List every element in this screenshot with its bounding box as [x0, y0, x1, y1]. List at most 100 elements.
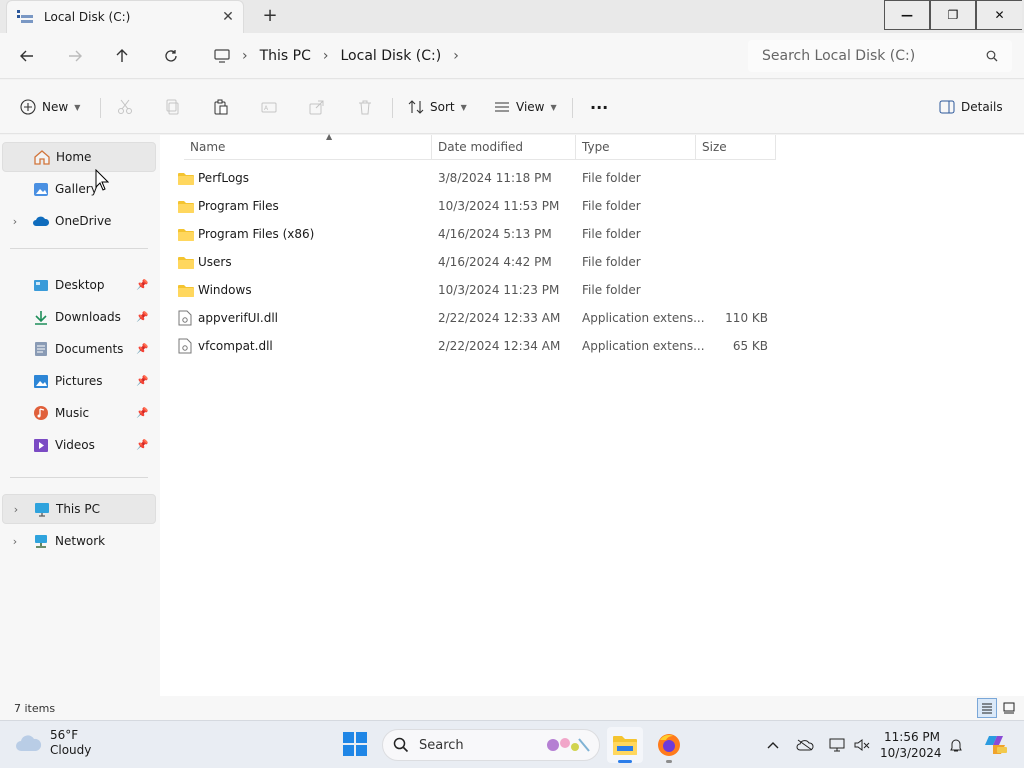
- table-row[interactable]: Program Files (x86) 4/16/2024 5:13 PM Fi…: [170, 220, 776, 248]
- speaker-muted-icon: [854, 739, 870, 751]
- volume-tray-icon[interactable]: [852, 735, 872, 755]
- sidebar-item-label: Videos: [55, 438, 95, 452]
- column-header-size[interactable]: Size: [696, 135, 776, 160]
- pin-icon[interactable]: 📌: [136, 440, 156, 451]
- weather-temp: 56°F: [50, 728, 79, 742]
- sidebar-item-onedrive[interactable]: › OneDrive: [2, 206, 156, 236]
- sidebar-item-label: Downloads: [55, 310, 121, 324]
- pin-icon[interactable]: 📌: [136, 280, 156, 291]
- start-button[interactable]: [342, 731, 370, 759]
- svg-text:A: A: [264, 105, 269, 112]
- sidebar-item-home[interactable]: Home: [2, 142, 156, 172]
- sort-button[interactable]: Sort ▼: [408, 94, 467, 120]
- file-name: Program Files: [198, 199, 279, 213]
- tiles-view-button[interactable]: [999, 698, 1019, 718]
- column-header-type[interactable]: Type: [576, 135, 696, 160]
- pin-icon[interactable]: 📌: [136, 344, 156, 355]
- column-label: Name: [190, 140, 226, 154]
- sort-icon: [408, 100, 424, 114]
- pin-icon[interactable]: 📌: [136, 408, 156, 419]
- up-button[interactable]: [108, 43, 136, 69]
- breadcrumb-local-disk[interactable]: Local Disk (C:): [341, 48, 442, 64]
- desktop-icon: [32, 277, 50, 293]
- sidebar-item-this-pc[interactable]: › This PC: [2, 494, 156, 524]
- show-hidden-icons-button[interactable]: [763, 735, 783, 755]
- search-box[interactable]: Search Local Disk (C:): [748, 40, 1012, 72]
- pin-icon[interactable]: 📌: [136, 312, 156, 323]
- taskbar-file-explorer[interactable]: [607, 727, 643, 763]
- display-tray-icon[interactable]: [827, 735, 847, 755]
- minimize-button[interactable]: —: [884, 0, 930, 30]
- bell-icon: [950, 739, 962, 752]
- refresh-button[interactable]: [157, 43, 185, 69]
- details-button[interactable]: Details: [939, 94, 1003, 120]
- taskbar-firefox[interactable]: [651, 727, 687, 763]
- breadcrumb-this-pc[interactable]: This PC: [260, 48, 311, 64]
- chevron-right-icon[interactable]: ›: [2, 215, 28, 228]
- sidebar-item-label: OneDrive: [55, 214, 112, 228]
- search-icon: [986, 50, 998, 62]
- details-view-button[interactable]: [977, 698, 997, 718]
- new-tab-button[interactable]: +: [258, 5, 282, 29]
- folder-icon: [178, 226, 198, 242]
- tab-local-disk[interactable]: Local Disk (C:) ✕: [6, 0, 244, 33]
- more-options-button[interactable]: ···: [590, 94, 608, 120]
- cloud-offline-icon: [796, 739, 814, 751]
- divider: [10, 248, 148, 249]
- breadcrumb-separator[interactable]: ›: [453, 48, 459, 64]
- forward-button[interactable]: [61, 43, 89, 69]
- sidebar-item-videos[interactable]: Videos 📌: [2, 430, 156, 460]
- details-view-icon: [982, 703, 992, 714]
- share-icon: [309, 100, 324, 115]
- sidebar-item-desktop[interactable]: Desktop 📌: [2, 270, 156, 300]
- sidebar-item-documents[interactable]: Documents 📌: [2, 334, 156, 364]
- copilot-button[interactable]: [982, 732, 1008, 758]
- pin-icon[interactable]: 📌: [136, 376, 156, 387]
- delete-button[interactable]: [357, 94, 373, 120]
- back-button[interactable]: [13, 43, 41, 69]
- weather-widget[interactable]: 56°F Cloudy: [14, 728, 91, 758]
- forward-arrow-icon: [69, 50, 82, 62]
- maximize-button[interactable]: ❐: [930, 0, 976, 30]
- tab-close-button[interactable]: ✕: [217, 9, 239, 25]
- table-row[interactable]: vfcompat.dll 2/22/2024 12:34 AM Applicat…: [170, 332, 776, 360]
- paste-button[interactable]: [213, 94, 229, 120]
- column-header-name[interactable]: ▲ Name: [184, 132, 432, 160]
- table-row[interactable]: Users 4/16/2024 4:42 PM File folder: [170, 248, 776, 276]
- file-type: Application extens...: [582, 311, 705, 325]
- copy-button[interactable]: [165, 94, 181, 120]
- sidebar-item-pictures[interactable]: Pictures 📌: [2, 366, 156, 396]
- new-button[interactable]: New ▼: [20, 94, 80, 120]
- chevron-right-icon[interactable]: ›: [3, 503, 29, 516]
- sidebar-item-label: Documents: [55, 342, 124, 356]
- search-placeholder: Search Local Disk (C:): [762, 48, 916, 64]
- sidebar-item-label: This PC: [56, 502, 100, 516]
- address-bar[interactable]: › This PC › Local Disk (C:) ›: [202, 40, 734, 72]
- clock[interactable]: 11:56 PM 10/3/2024: [880, 729, 942, 761]
- view-button[interactable]: View ▼: [494, 94, 557, 120]
- title-bar: Local Disk (C:) ✕ + — ❐ ✕: [0, 0, 1024, 33]
- dll-file-icon: [178, 338, 198, 354]
- column-header-date[interactable]: Date modified: [432, 135, 576, 160]
- rename-button[interactable]: A: [261, 94, 277, 120]
- close-button[interactable]: ✕: [976, 0, 1022, 30]
- sidebar-item-downloads[interactable]: Downloads 📌: [2, 302, 156, 332]
- cut-button[interactable]: [117, 94, 133, 120]
- table-row[interactable]: Program Files 10/3/2024 11:53 PM File fo…: [170, 192, 776, 220]
- sidebar-item-gallery[interactable]: Gallery: [2, 174, 156, 204]
- command-bar: New ▼ A Sort ▼ View ▼ ··· Details: [0, 80, 1024, 134]
- notifications-button[interactable]: [946, 735, 966, 755]
- table-row[interactable]: Windows 10/3/2024 11:23 PM File folder: [170, 276, 776, 304]
- chevron-right-icon[interactable]: ›: [2, 535, 28, 548]
- taskbar-search[interactable]: Search: [382, 729, 600, 761]
- sidebar-item-network[interactable]: › Network: [2, 526, 156, 556]
- table-row[interactable]: PerfLogs 3/8/2024 11:18 PM File folder: [170, 164, 776, 192]
- share-button[interactable]: [309, 94, 325, 120]
- onedrive-tray-icon[interactable]: [795, 735, 815, 755]
- file-type: Application extens...: [582, 339, 705, 353]
- sidebar-item-music[interactable]: Music 📌: [2, 398, 156, 428]
- table-row[interactable]: appverifUI.dll 2/22/2024 12:33 AM Applic…: [170, 304, 776, 332]
- file-explorer-icon: [17, 9, 35, 25]
- file-date: 4/16/2024 4:42 PM: [438, 255, 552, 269]
- network-icon: [32, 533, 50, 549]
